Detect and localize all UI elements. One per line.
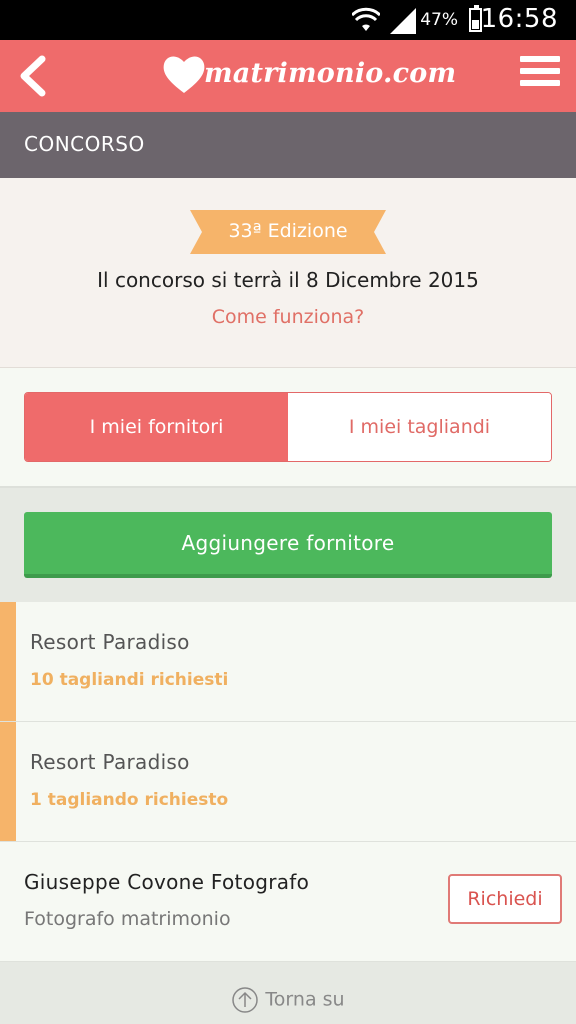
menu-icon[interactable] xyxy=(520,56,560,92)
brand-name: matrimonio.com xyxy=(204,58,457,89)
vendor-name: Resort Paradiso xyxy=(30,630,190,654)
highlight-bar xyxy=(0,722,16,841)
vendor-name: Resort Paradiso xyxy=(30,750,190,774)
list-item[interactable]: Resort Paradiso 1 tagliando richiesto xyxy=(0,722,576,842)
request-button[interactable]: Richiedi xyxy=(448,874,562,924)
contest-info: 33ª Edizione Il concorso si terrà il 8 D… xyxy=(0,178,576,368)
tabs-container: I miei fornitori I miei tagliandi xyxy=(0,368,576,488)
tab-my-coupons[interactable]: I miei tagliandi xyxy=(288,393,551,461)
list-item[interactable]: Resort Paradiso 10 tagliandi richiesti xyxy=(0,602,576,722)
section-header: CONCORSO xyxy=(0,112,576,178)
list-item[interactable]: Giuseppe Covone Fotografo Fotografo matr… xyxy=(0,842,576,962)
vendor-list: Resort Paradiso 10 tagliandi richiesti R… xyxy=(0,602,576,962)
brand-logo[interactable]: matrimonio.com xyxy=(162,50,456,100)
edition-label: 33ª Edizione xyxy=(228,220,348,242)
highlight-bar xyxy=(0,602,16,721)
vendor-name: Giuseppe Covone Fotografo xyxy=(24,870,310,894)
back-icon[interactable] xyxy=(14,53,54,99)
section-title: CONCORSO xyxy=(24,132,145,156)
add-vendor-button[interactable]: Aggiungere fornitore xyxy=(24,512,552,578)
edition-ribbon: 33ª Edizione xyxy=(190,210,386,254)
heart-icon xyxy=(163,56,205,93)
coupon-count: 1 tagliando richiesto xyxy=(30,790,229,810)
contest-date: Il concorso si terrà il 8 Dicembre 2015 xyxy=(97,268,479,292)
status-bar: 47% 16:58 xyxy=(0,0,576,40)
signal-icon xyxy=(390,8,416,34)
coupon-count: 10 tagliandi richiesti xyxy=(30,670,229,690)
back-to-top-label: Torna su xyxy=(265,988,345,1011)
how-it-works-link[interactable]: Come funziona? xyxy=(0,306,576,328)
back-to-top[interactable]: Torna su xyxy=(0,986,576,1014)
vendor-category: Fotografo matrimonio xyxy=(24,908,231,930)
battery-percent: 47% xyxy=(420,10,458,30)
arrow-up-circle-icon xyxy=(232,987,259,1013)
wifi-icon xyxy=(352,7,380,31)
app-bar: matrimonio.com xyxy=(0,40,576,112)
segmented-tabs: I miei fornitori I miei tagliandi xyxy=(24,392,552,462)
tab-my-vendors[interactable]: I miei fornitori xyxy=(25,393,288,461)
clock: 16:58 xyxy=(480,4,558,34)
